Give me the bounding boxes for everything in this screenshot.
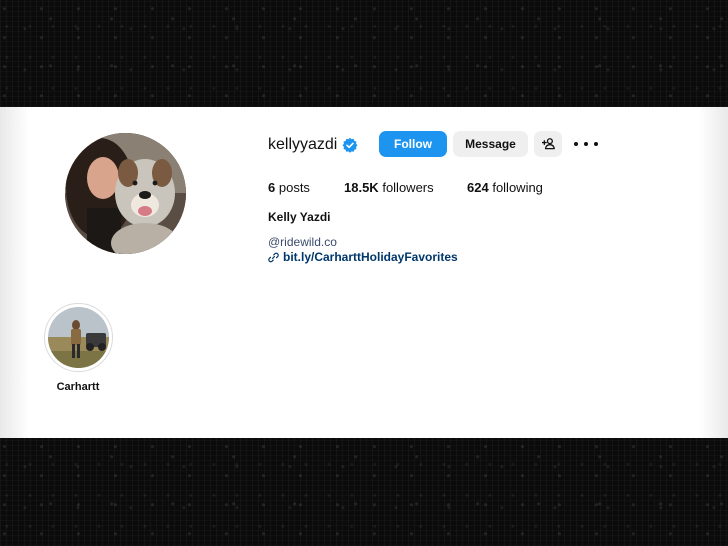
link-icon bbox=[268, 252, 279, 262]
highlight-label: Carhartt bbox=[56, 381, 100, 393]
more-dot bbox=[574, 142, 578, 146]
profile-username: kellyyazdi bbox=[268, 136, 338, 153]
posts-count: 6 bbox=[268, 180, 276, 195]
background-bottom-band bbox=[0, 438, 728, 546]
bio-url-text: bit.ly/CarharttHolidayFavorites bbox=[283, 250, 458, 264]
bio-url-link[interactable]: bit.ly/CarharttHolidayFavorites bbox=[268, 250, 458, 264]
avatar-photo bbox=[65, 133, 186, 254]
following-label: following bbox=[492, 180, 543, 195]
posts-stat[interactable]: 6 posts bbox=[268, 180, 310, 196]
bio-mention-link[interactable]: @ridewild.co bbox=[268, 235, 337, 249]
following-stat[interactable]: 624 following bbox=[467, 180, 543, 196]
following-count: 624 bbox=[467, 180, 489, 195]
more-options-icon[interactable] bbox=[574, 137, 598, 151]
background-top-band bbox=[0, 0, 728, 107]
profile-full-name: Kelly Yazdi bbox=[268, 210, 331, 224]
posts-label: posts bbox=[278, 180, 310, 195]
highlight-cover-photo bbox=[48, 307, 109, 368]
person-add-icon bbox=[541, 138, 555, 150]
message-button[interactable]: Message bbox=[453, 131, 528, 157]
profile-avatar[interactable] bbox=[65, 133, 186, 254]
suggest-similar-button[interactable] bbox=[534, 131, 562, 157]
follow-button[interactable]: Follow bbox=[379, 131, 447, 157]
more-dot bbox=[594, 142, 598, 146]
followers-label: followers bbox=[382, 180, 434, 195]
followers-stat[interactable]: 18.5K followers bbox=[344, 180, 434, 196]
verified-badge-icon bbox=[342, 137, 358, 153]
followers-count: 18.5K bbox=[344, 180, 379, 195]
more-dot bbox=[584, 142, 588, 146]
story-highlight-carhartt[interactable] bbox=[44, 303, 113, 372]
highlight-cover bbox=[48, 307, 109, 368]
